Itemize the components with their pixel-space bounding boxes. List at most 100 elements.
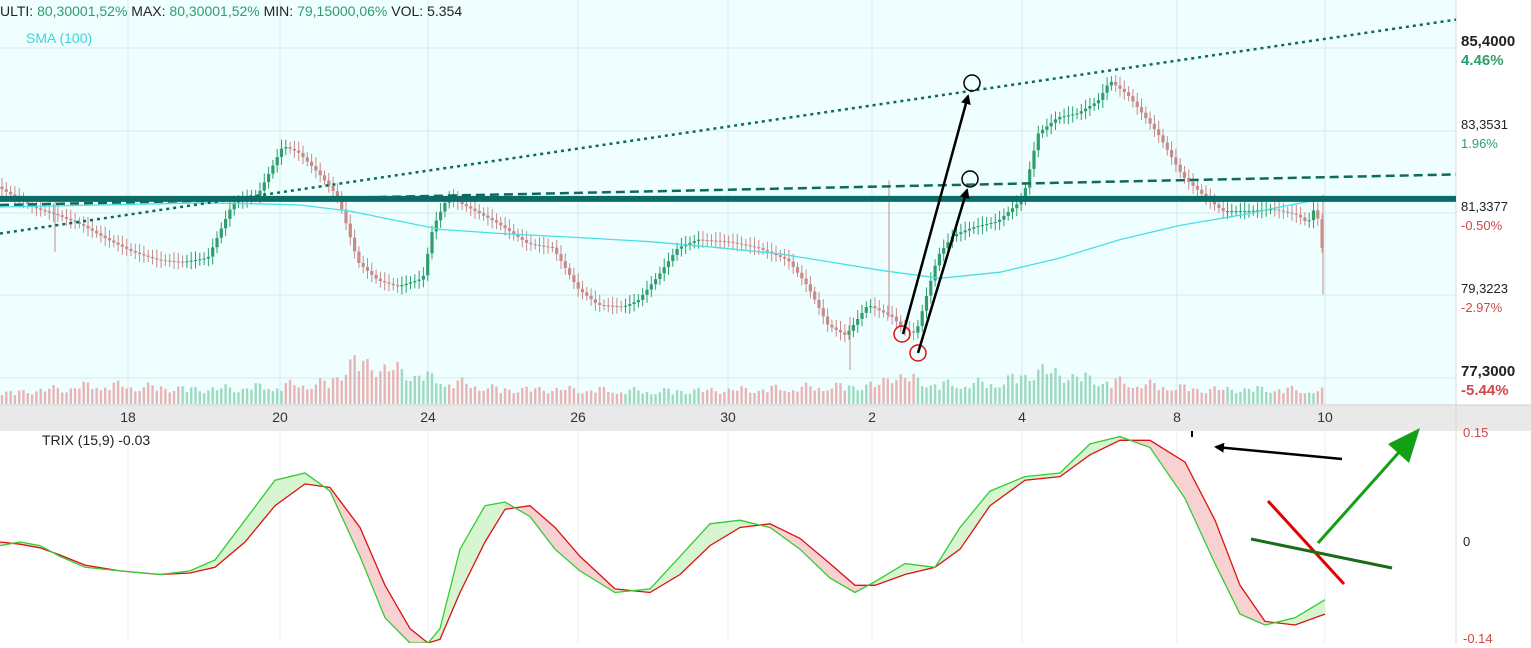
x-tick-label: 24 <box>420 409 436 425</box>
volume-bar <box>263 389 266 404</box>
candle-body <box>529 242 533 245</box>
candle-body <box>1174 157 1178 165</box>
candle-body <box>993 221 997 223</box>
volume-bar <box>585 391 588 404</box>
volume-bar <box>426 371 429 404</box>
chart-canvas[interactable]: 18 20 24 26 30 2 4 8 1085,40004.46%83,35311.96%8… <box>0 0 1531 646</box>
volume-bar <box>817 387 821 404</box>
volume-bar <box>1054 368 1057 404</box>
candle-body <box>473 208 477 211</box>
volume-bar <box>779 389 782 404</box>
candle-body <box>555 247 559 254</box>
x-tick-label: 10 <box>1317 409 1333 425</box>
candle-body <box>1277 209 1281 211</box>
volume-bar <box>796 391 799 404</box>
candle-body <box>267 173 271 183</box>
volume-bar <box>1080 381 1083 404</box>
candle-body <box>787 258 791 262</box>
candle-body <box>546 246 550 248</box>
candle-body <box>1015 204 1019 209</box>
candle-body <box>434 220 438 232</box>
volume-bar <box>865 384 868 404</box>
volume-bar <box>349 359 352 404</box>
volume-bar <box>637 390 640 404</box>
candle-body <box>271 165 275 174</box>
candle-body <box>701 239 705 241</box>
volume-bar <box>155 390 158 404</box>
volume-bar <box>964 386 967 404</box>
price-tick-label: 83,3531 <box>1461 117 1508 132</box>
volume-bar <box>362 360 365 404</box>
candle-body <box>611 305 615 307</box>
volume-bar <box>744 387 748 404</box>
candle-body <box>86 225 90 229</box>
candle-body <box>890 314 894 317</box>
candle-body <box>82 223 86 226</box>
volume-bar <box>224 384 227 404</box>
candle-body <box>1122 88 1126 93</box>
volume-bar <box>1320 387 1324 404</box>
candle-body <box>1062 116 1066 118</box>
candle-body <box>1066 115 1070 117</box>
candle-body <box>615 306 619 308</box>
volume-bar <box>731 390 735 404</box>
volume-bar <box>254 383 257 404</box>
x-tick-label: 20 <box>272 409 288 425</box>
volume-bar <box>1217 389 1221 404</box>
volume-bar <box>542 390 545 404</box>
candle-body <box>783 256 787 259</box>
volume-bar <box>1114 378 1117 404</box>
volume-bar <box>1105 381 1109 404</box>
candle-body <box>426 253 430 276</box>
trix-legend: TRIX (15,9) -0.03 <box>42 432 151 448</box>
candle-body <box>813 291 817 300</box>
volume-bar <box>1041 364 1044 404</box>
candle-body <box>1161 135 1165 143</box>
price-tick-label: 81,3377 <box>1461 199 1508 214</box>
volume-bar <box>48 388 51 404</box>
volume-bar <box>288 379 292 404</box>
x-tick-label: 26 <box>570 409 586 425</box>
volume-bar <box>448 384 451 404</box>
volume-bar <box>1157 390 1160 404</box>
candle-body <box>400 285 404 287</box>
volume-bar <box>1239 391 1242 404</box>
volume-bar <box>843 390 846 404</box>
candle-body <box>1058 117 1062 120</box>
candle-body <box>0 186 4 190</box>
volume-bar <box>310 388 313 404</box>
volume-bar <box>663 388 666 404</box>
volume-bar <box>1299 393 1302 404</box>
candle-body <box>1088 106 1092 109</box>
candle-body <box>1010 208 1015 212</box>
volume-bar <box>1222 389 1225 404</box>
volume-bar <box>723 391 726 404</box>
candle-body <box>1217 204 1221 208</box>
volume-bar <box>577 393 580 404</box>
candle-body <box>1165 142 1169 150</box>
volume-bar <box>620 392 623 404</box>
candle-body <box>421 275 425 280</box>
volume-bar <box>753 393 756 404</box>
candle-body <box>443 202 447 212</box>
volume-bar <box>852 386 855 404</box>
volume-bar <box>1265 391 1268 404</box>
volume-bar <box>91 389 94 404</box>
candle-body <box>507 228 511 232</box>
volume-bar <box>899 374 902 404</box>
candle-body <box>482 213 486 216</box>
volume-bar <box>190 387 193 404</box>
volume-bar <box>701 392 705 404</box>
volume-bar <box>551 391 554 404</box>
pct-tick-label: 1.96% <box>1461 136 1498 151</box>
volume-bar <box>1037 369 1040 404</box>
volume-bar <box>804 382 808 404</box>
volume-bar <box>1243 388 1246 404</box>
sma-legend: SMA (100) <box>26 30 93 46</box>
volume-bar <box>568 385 571 404</box>
volume-bar <box>452 388 455 404</box>
candle-body <box>761 248 765 250</box>
volume-bar <box>151 385 154 404</box>
volume-bar <box>1148 379 1152 404</box>
candle-body <box>550 247 554 249</box>
